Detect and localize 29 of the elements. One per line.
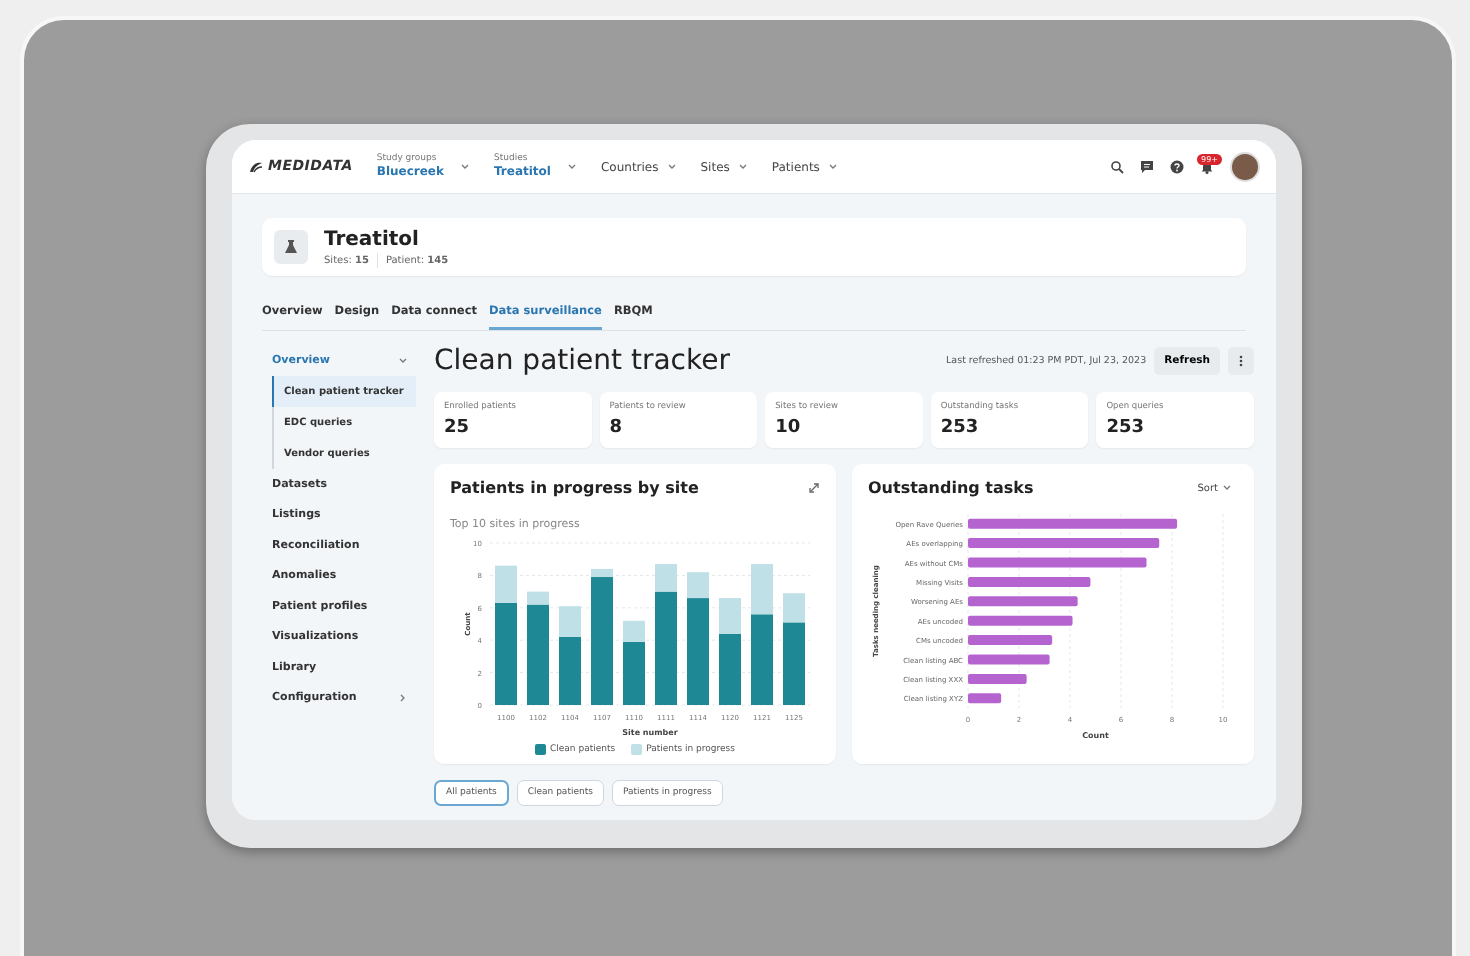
bar — [968, 693, 1002, 704]
chevron-down-icon — [1222, 483, 1232, 494]
bar — [968, 635, 1053, 646]
study-name: Treatitol — [324, 226, 421, 249]
stat-value: 25 — [444, 416, 472, 437]
page-title: Clean patient tracker — [434, 345, 730, 377]
user-avatar[interactable] — [1230, 151, 1260, 182]
chevron-down-icon — [460, 161, 470, 172]
help-icon[interactable] — [1170, 159, 1184, 174]
bar — [968, 673, 1027, 684]
search-icon[interactable] — [1110, 159, 1124, 174]
stat-value: 253 — [940, 416, 981, 437]
chevron-down-icon — [666, 161, 677, 172]
bar — [968, 654, 1050, 665]
chart-title: Patients in progress by site — [450, 476, 699, 501]
chevron-down-icon — [737, 161, 748, 172]
expand-icon[interactable] — [808, 482, 820, 495]
bar — [968, 596, 1078, 607]
stat-value: 253 — [1106, 416, 1146, 437]
flask-icon — [283, 239, 299, 255]
bar — [968, 615, 1073, 626]
chart-title: Outstanding tasks — [868, 476, 1034, 501]
chevron-down-icon — [566, 161, 577, 172]
chat-icon[interactable] — [1140, 159, 1154, 174]
bar — [968, 576, 1091, 587]
logo-icon — [248, 159, 264, 174]
stat-value: 10 — [775, 416, 803, 437]
stat-value: 8 — [609, 416, 625, 437]
chevron-down-icon — [827, 161, 838, 172]
